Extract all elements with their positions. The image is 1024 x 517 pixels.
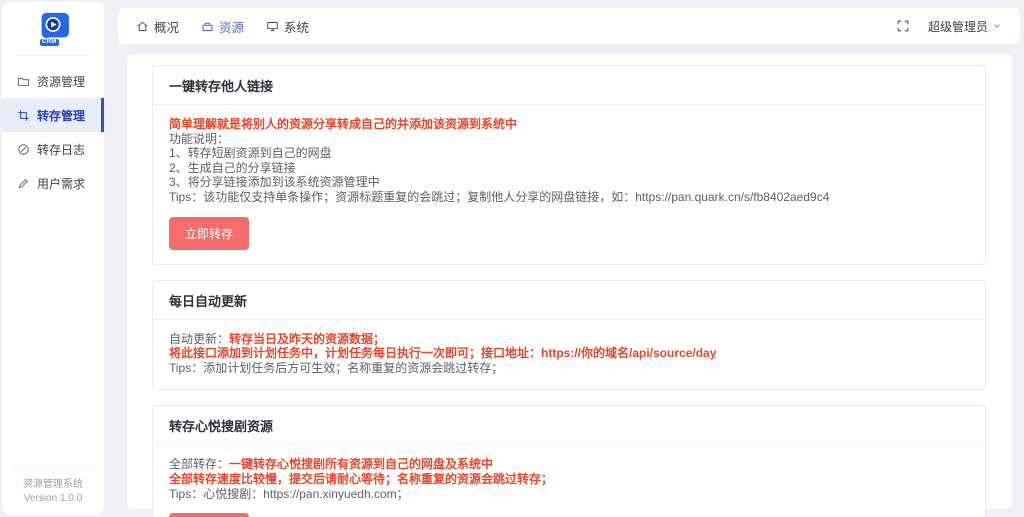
divider [16, 55, 90, 56]
main-content: 一键转存他人链接 简单理解就是将别人的资源分享转成自己的并添加该资源到系统中 功… [127, 54, 1012, 517]
card-body: 全部转存：一键转存心悦搜剧所有资源到自己的网盘及系统中 全部转存速度比较慢，提交… [153, 445, 985, 517]
transfer-now-button[interactable]: 立即转存 [169, 216, 250, 250]
sidebar: CRM 资源管理 转存管理 转存日志 用户需求 资源管理系统 Version 1… [2, 2, 104, 515]
card-daily-auto-update: 每日自动更新 自动更新：转存当日及昨天的资源数据； 将此接口添加到计划任务中，计… [152, 279, 986, 391]
home-icon [136, 20, 149, 33]
sidebar-item-transfer-log[interactable]: 转存日志 [2, 132, 104, 166]
user-name: 超级管理员 [927, 19, 988, 34]
card-title: 每日自动更新 [153, 281, 985, 320]
sidebar-item-label: 转存管理 [37, 108, 86, 123]
line-red-text: 一键转存心悦搜剧所有资源到自己的网盘及系统中 [229, 457, 494, 472]
logo-crm-badge: CRM [39, 38, 60, 47]
transfer-all-line: 全部转存：一键转存心悦搜剧所有资源到自己的网盘及系统中 [169, 457, 969, 472]
tips-text: Tips：添加计划任务后方可生效；名称重复的资源会跳过转存； [169, 360, 504, 375]
feature-step-3: 3、将分享链接添加到该系统资源管理中 [169, 175, 380, 190]
card-body: 简单理解就是将别人的资源分享转成自己的并添加该资源到系统中 功能说明： 1、转存… [153, 105, 985, 264]
line-label: 全部转存： [169, 457, 230, 472]
card-title: 转存心悦搜剧资源 [153, 406, 985, 446]
tips-text: Tips：心悦搜剧：https://pan.xinyuedh.com； [169, 486, 409, 501]
fullscreen-icon[interactable] [896, 19, 910, 33]
app-name: 资源管理系统 [23, 479, 83, 490]
nav-item-label: 资源 [219, 20, 245, 35]
warning-line: 全部转存速度比较慢，提交后请耐心等待；名称重复的资源会跳过转存； [169, 471, 554, 486]
api-url: https://你的域名/api/source/day [541, 346, 717, 361]
sidebar-item-user-requests[interactable]: 用户需求 [2, 166, 104, 200]
transfer-all-button[interactable]: 全部转存 [169, 513, 250, 517]
sidebar-item-label: 资源管理 [37, 74, 86, 89]
log-icon [17, 143, 30, 156]
nav-item-label: 系统 [284, 20, 310, 35]
line-label: 自动更新： [169, 331, 230, 346]
sidebar-item-resource-management[interactable]: 资源管理 [2, 64, 104, 98]
api-endpoint-line: 将此接口添加到计划任务中，计划任务每日执行一次即可；接口地址：https://你… [169, 346, 969, 361]
card-transfer-others-link: 一键转存他人链接 简单理解就是将别人的资源分享转成自己的并添加该资源到系统中 功… [152, 65, 986, 265]
line-red-text: 将此接口添加到计划任务中，计划任务每日执行一次即可；接口地址： [169, 346, 542, 361]
nav-item-label: 概况 [154, 20, 180, 35]
card-body: 自动更新：转存当日及昨天的资源数据； 将此接口添加到计划任务中，计划任务每日执行… [153, 320, 985, 390]
nav-item-resources[interactable]: 资源 [201, 17, 244, 36]
feature-step-1: 1、转存短剧资源到自己的网盘 [169, 146, 332, 161]
auto-update-line: 自动更新：转存当日及昨天的资源数据； [169, 332, 969, 347]
feature-intro: 功能说明： [169, 131, 230, 146]
app-logo: CRM [33, 11, 73, 49]
card-title: 一键转存他人链接 [153, 66, 985, 105]
folder-icon [17, 75, 30, 88]
edit-pen-icon [17, 177, 30, 190]
feature-step-2: 2、生成自己的分享链接 [169, 160, 296, 175]
sidebar-item-transfer-management[interactable]: 转存管理 [2, 98, 104, 132]
sidebar-footer: 资源管理系统 Version 1.0.0 [12, 468, 94, 506]
card-xinyue-transfer: 转存心悦搜剧资源 全部转存：一键转存心悦搜剧所有资源到自己的网盘及系统中 全部转… [152, 405, 986, 517]
top-navbar: 概况 资源 系统 超级管理员 [118, 8, 1020, 44]
highlight-text: 简单理解就是将别人的资源分享转成自己的并添加该资源到系统中 [169, 117, 518, 131]
crop-icon [17, 109, 30, 122]
tips-text: Tips：该功能仅支持单条操作；资源标题重复的会跳过；复制他人分享的网盘链接，如… [169, 189, 830, 204]
box-icon [201, 20, 214, 33]
monitor-icon [266, 20, 279, 33]
user-dropdown[interactable]: 超级管理员 [928, 18, 1002, 35]
sidebar-menu: 资源管理 转存管理 转存日志 用户需求 [2, 64, 104, 200]
sidebar-item-label: 转存日志 [37, 142, 86, 157]
nav-item-overview[interactable]: 概况 [136, 17, 179, 36]
sidebar-item-label: 用户需求 [37, 176, 86, 191]
line-red-text: 转存当日及昨天的资源数据； [229, 331, 386, 346]
topnav-right: 超级管理员 [896, 18, 1002, 35]
nav-item-system[interactable]: 系统 [266, 17, 309, 36]
chevron-down-icon [992, 21, 1002, 31]
app-version: Version 1.0.0 [23, 493, 83, 504]
